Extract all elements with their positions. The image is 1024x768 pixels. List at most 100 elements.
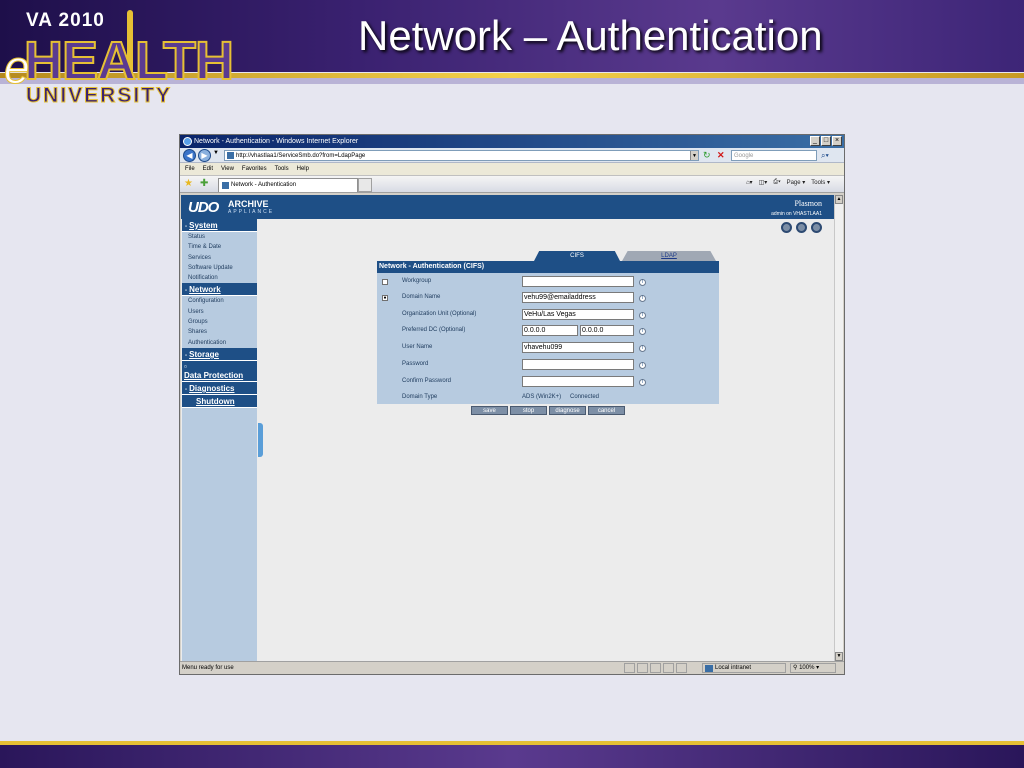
info-icon[interactable]: i <box>639 379 646 386</box>
sidebar-item-shares[interactable]: Shares <box>182 327 257 337</box>
workgroup-label: Workgroup <box>402 278 432 284</box>
cifs-panel: Network - Authentication (CIFS) Workgrou… <box>377 261 719 404</box>
info-icon[interactable]: i <box>639 362 646 369</box>
ie-icon <box>183 137 192 146</box>
info-icon[interactable]: i <box>639 312 646 319</box>
sidebar-system-label: System <box>189 221 218 230</box>
scroll-down-icon[interactable]: ▼ <box>835 652 843 661</box>
zone-label: Local intranet <box>715 665 752 671</box>
domain-status: Connected <box>570 394 600 400</box>
sidebar-item-services[interactable]: Services <box>182 253 257 263</box>
domain-radio[interactable]: ● <box>382 295 388 301</box>
vertical-scrollbar[interactable]: ▲ ▼ <box>834 195 843 661</box>
slide-title: Network – Authentication <box>358 12 823 59</box>
menu-help[interactable]: Help <box>297 163 309 175</box>
refresh-icon[interactable]: ↻ <box>703 150 711 161</box>
menu-file[interactable]: File <box>185 163 195 175</box>
tab-ldap[interactable]: LDAP <box>622 251 716 261</box>
add-favorite-icon[interactable]: ✚ <box>200 178 208 189</box>
sidebar-collapse-handle[interactable] <box>258 423 263 457</box>
back-icon[interactable]: ◀ <box>183 149 196 162</box>
sidebar-section-system[interactable]: ▫ System <box>182 219 257 232</box>
status-circle-icon <box>811 222 822 233</box>
cancel-button[interactable]: cancel <box>588 406 625 415</box>
confirm-row: Confirm Password i <box>377 375 719 389</box>
sidebar-section-diagnostics[interactable]: ▫ Diagnostics <box>182 381 257 395</box>
print-icon[interactable]: ⎙▾ <box>773 179 780 186</box>
zoom-control[interactable]: ⚲ 100% ▾ <box>790 663 836 673</box>
dc-input-1[interactable]: 0.0.0.0 <box>522 325 578 336</box>
forward-icon[interactable]: ▶ <box>198 149 211 162</box>
page-menu[interactable]: Page ▾ <box>787 179 806 186</box>
window-titlebar: Network - Authentication - Windows Inter… <box>180 135 844 148</box>
domain-type-row: Domain Type ADS (Win2K+) Connected <box>377 391 719 405</box>
ou-input[interactable]: VeHu/Las Vegas <box>522 309 634 320</box>
sidebar-item-configuration[interactable]: Configuration <box>182 296 257 306</box>
sidebar-item-users[interactable]: Users <box>182 307 257 317</box>
minimize-button[interactable]: _ <box>810 136 820 146</box>
zoom-level: 100% <box>799 665 815 671</box>
info-icon[interactable]: i <box>639 295 646 302</box>
sidebar-item-software-update[interactable]: Software Update <box>182 263 257 273</box>
tools-menu[interactable]: Tools ▾ <box>811 179 830 186</box>
scroll-up-icon[interactable]: ▲ <box>835 195 843 204</box>
logo-va-2010: VA 2010 <box>26 10 105 31</box>
workgroup-radio[interactable] <box>382 279 388 285</box>
sidebar-section-storage[interactable]: ▫ Storage <box>182 347 257 361</box>
close-button[interactable]: × <box>832 136 842 146</box>
ehealth-university-logo: VA 2010 HEALTH e UNIVERSITY <box>4 4 235 108</box>
search-icon[interactable]: ⌕▾ <box>821 150 829 161</box>
udo-logo: UDO <box>188 199 219 216</box>
favorites-star-icon[interactable]: ★ <box>184 178 193 189</box>
diagnose-button[interactable]: diagnose <box>549 406 586 415</box>
menu-bar: File Edit View Favorites Tools Help <box>180 163 844 176</box>
info-icon[interactable]: i <box>639 279 646 286</box>
sidebar-item-authentication[interactable]: Authentication <box>182 338 257 348</box>
page-menu-label: Page <box>786 180 801 186</box>
user-label: User Name <box>402 344 433 350</box>
menu-view[interactable]: View <box>221 163 234 175</box>
confirm-input[interactable] <box>522 376 634 387</box>
logo-university: UNIVERSITY <box>25 84 173 108</box>
sidebar-item-notification[interactable]: Notification <box>182 273 257 283</box>
menu-favorites[interactable]: Favorites <box>242 163 267 175</box>
tools-menu-label: Tools <box>811 180 826 186</box>
workgroup-row: Workgroup i <box>377 275 719 289</box>
home-icon[interactable]: ⌂▾ <box>746 179 753 186</box>
user-input[interactable]: vhavehu099 <box>522 342 634 353</box>
feeds-icon[interactable]: ◫▾ <box>759 179 768 186</box>
sidebar-data-protection-label: Data Protection <box>184 370 244 380</box>
status-indicators <box>781 222 822 233</box>
stop-icon[interactable]: ✕ <box>717 150 725 161</box>
status-circle-icon <box>781 222 792 233</box>
menu-edit[interactable]: Edit <box>203 163 213 175</box>
sidebar-item-groups[interactable]: Groups <box>182 317 257 327</box>
sidebar-section-shutdown[interactable]: Shutdown <box>182 394 257 408</box>
dc-input-2[interactable]: 0.0.0.0 <box>580 325 634 336</box>
menu-tools[interactable]: Tools <box>275 163 289 175</box>
sidebar: ▫ System Status Time & Date Services Soft… <box>182 219 257 661</box>
browser-tab[interactable]: Network - Authentication <box>218 178 358 192</box>
info-icon[interactable]: i <box>639 328 646 335</box>
address-dropdown-icon[interactable]: ▼ <box>690 151 698 160</box>
stop-button[interactable]: stop <box>510 406 547 415</box>
sidebar-item-time-date[interactable]: Time & Date <box>182 242 257 252</box>
save-button[interactable]: save <box>471 406 508 415</box>
address-input[interactable]: http://vhastlaa1/ServiceSmb.do?from=Ldap… <box>224 150 699 161</box>
maximize-button[interactable]: □ <box>821 136 831 146</box>
sidebar-section-network[interactable]: ▫ Network <box>182 283 257 297</box>
new-tab-button[interactable] <box>358 178 372 192</box>
dc-row: Preferred DC (Optional) 0.0.0.0 0.0.0.0 … <box>377 324 719 338</box>
status-message: Menu ready for use <box>182 665 234 671</box>
search-input[interactable]: Google <box>731 150 817 161</box>
tab-cifs[interactable]: CIFS <box>534 251 620 261</box>
security-zone[interactable]: Local intranet <box>702 663 786 673</box>
sidebar-item-status[interactable]: Status <box>182 232 257 242</box>
history-dropdown-icon[interactable]: ▼ <box>213 150 219 156</box>
info-icon[interactable]: i <box>639 345 646 352</box>
sidebar-section-data-protection[interactable]: ▫ Data Protection <box>182 360 257 382</box>
workgroup-input[interactable] <box>522 276 634 287</box>
domain-input[interactable]: vehu99@emailaddress <box>522 292 634 303</box>
password-input[interactable] <box>522 359 634 370</box>
domain-type-value: ADS (Win2K+) <box>522 394 562 400</box>
